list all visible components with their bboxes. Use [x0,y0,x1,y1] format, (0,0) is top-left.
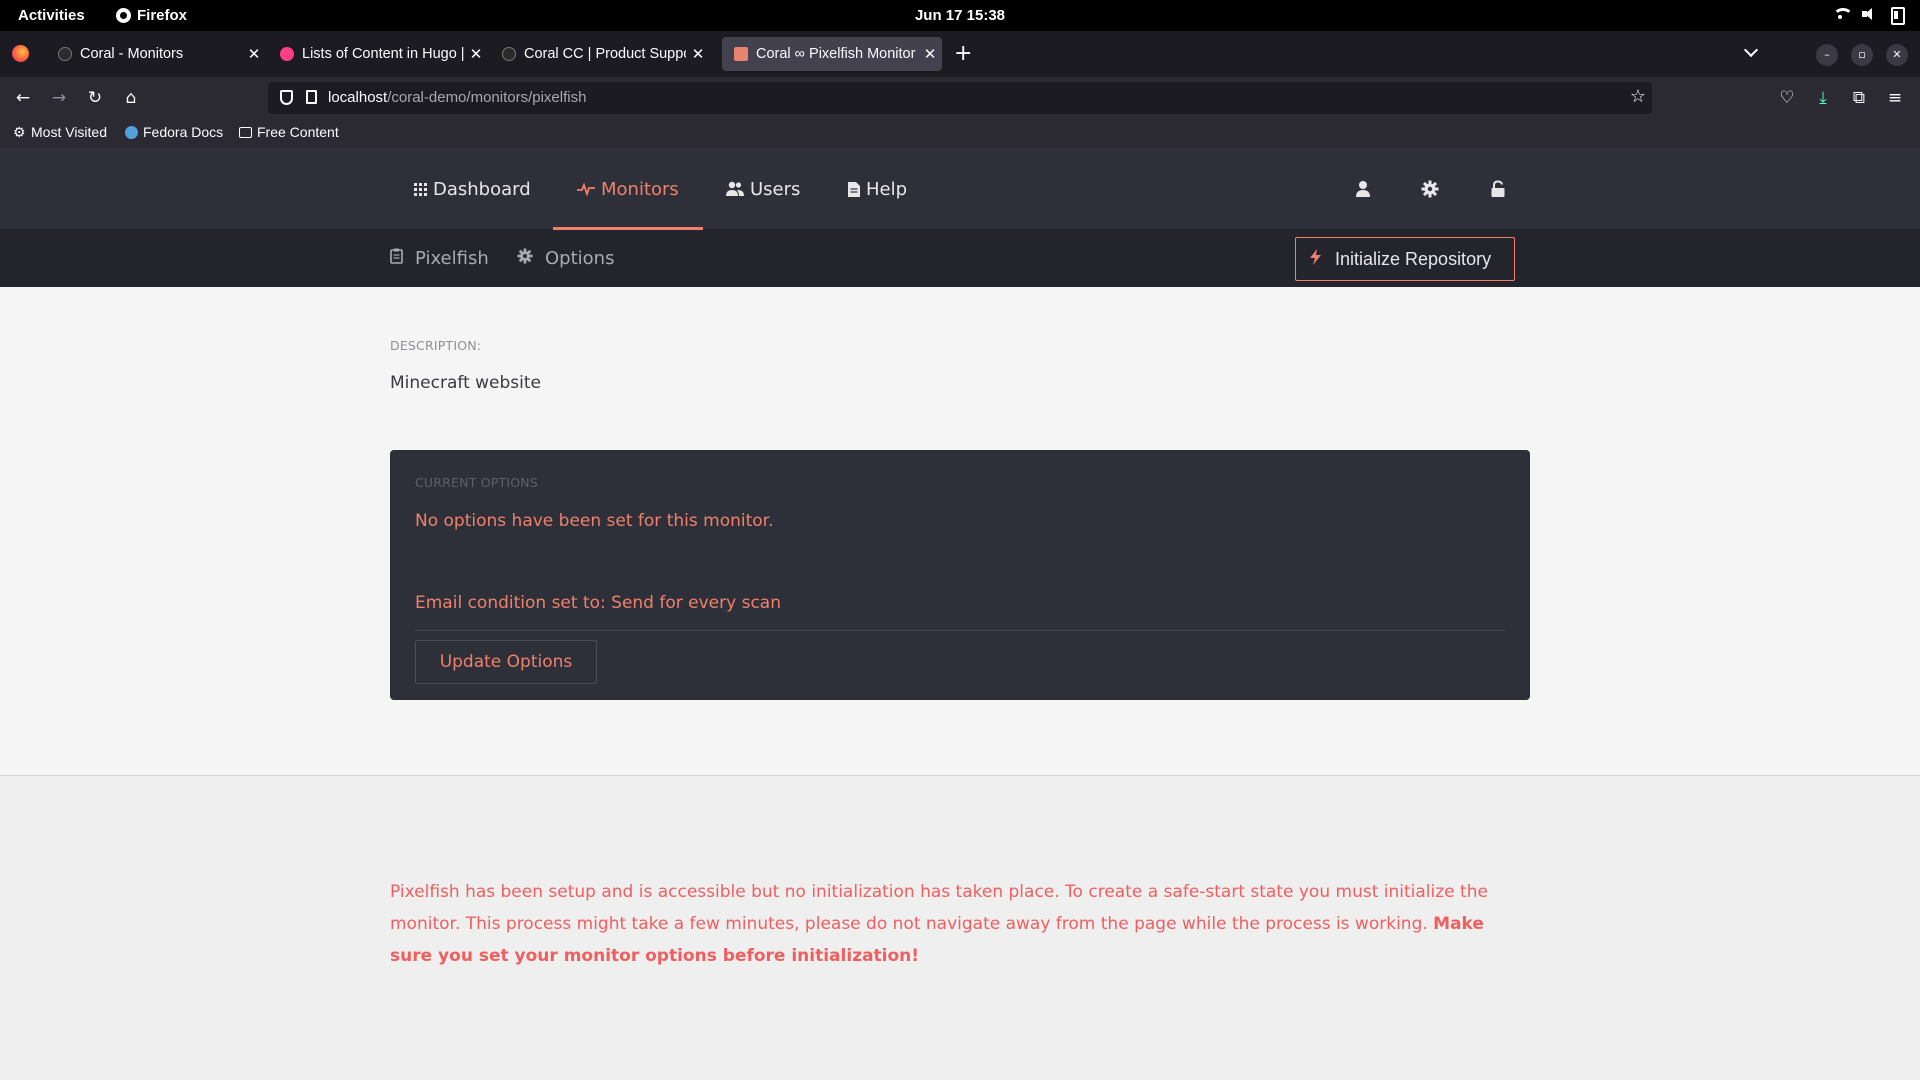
battery-icon [1888,6,1905,25]
tab-title: Lists of Content in Hugo | [302,46,464,62]
pocket-icon[interactable]: ♡ [1776,87,1798,109]
nav-help[interactable]: Help [848,148,907,230]
bookmark-fedora-docs[interactable]: Fedora Docs [125,124,223,140]
update-options-button[interactable]: Update Options [415,640,597,684]
bookmark-label: Fedora Docs [143,124,224,140]
hugo-favicon-icon [280,47,294,61]
bookmark-star-icon[interactable]: ☆ [1630,86,1646,107]
nav-users-label: Users [750,178,801,200]
nav-monitors[interactable]: Monitors [553,148,703,230]
nav-dashboard-label: Dashboard [433,178,531,200]
current-options-label: CURRENT OPTIONS [415,475,538,490]
pulse-icon [577,182,595,196]
tab-title: Coral ∞ Pixelfish Monitor [756,46,916,62]
firefox-view-icon[interactable] [12,45,29,62]
new-tab-button[interactable]: + [954,40,972,68]
no-options-message: No options have been set for this monito… [415,511,774,531]
coral-favicon-icon [58,47,72,61]
initialize-repository-label: Initialize Repository [1335,248,1492,269]
grid-icon [414,182,427,196]
app-header: Dashboard Monitors Users Help [0,148,1920,230]
bookmark-label: Most Visited [31,124,107,140]
minimize-window-button[interactable]: – [1816,44,1838,66]
nav-users[interactable]: Users [726,148,800,230]
tab-pixelfish-monitor[interactable]: Coral ∞ Pixelfish Monitor ✕ [722,37,942,71]
bookmarks-toolbar: ⚙ Most Visited Fedora Docs Free Content [0,120,1920,148]
notice-text: Pixelfish has been setup and is accessib… [390,882,1488,934]
volume-icon [1860,6,1876,22]
current-options-card: CURRENT OPTIONS No options have been set… [390,450,1530,700]
close-tab-icon[interactable]: ✕ [242,45,266,63]
bookmark-free-content[interactable]: Free Content [239,124,339,140]
monitor-details: DESCRIPTION: Minecraft website CURRENT O… [0,287,1920,776]
url-path: /coral-demo/monitors/pixelfish [387,89,587,106]
folder-icon [239,126,252,138]
description-label: DESCRIPTION: [390,338,482,353]
back-arrow-icon[interactable]: ← [12,87,34,109]
email-condition-text: Email condition set to: Send for every s… [415,593,781,613]
menu-icon[interactable]: ≡ [1884,87,1906,109]
nav-monitors-label: Monitors [601,178,679,200]
subnav-options[interactable]: Options [517,230,614,287]
subnav-options-label: Options [545,248,615,269]
close-tab-icon[interactable]: ✕ [918,45,942,63]
subnav-monitor-label: Pixelfish [415,248,489,269]
maximize-window-button[interactable]: ▫ [1851,44,1873,66]
tab-title: Coral CC | Product Suppo [524,46,686,62]
clock[interactable]: Jun 17 15:38 [0,7,1920,24]
downloads-icon[interactable]: ⤓ [1812,87,1834,109]
reload-icon[interactable]: ↻ [84,87,106,109]
tab-hugo-lists[interactable]: Lists of Content in Hugo | ✕ [268,37,488,71]
clipboard-icon [390,248,403,269]
bolt-icon [1310,248,1321,270]
description-value: Minecraft website [390,373,541,393]
system-tray[interactable] [1832,6,1905,25]
gear-icon: ⚙ [13,123,26,140]
file-icon [848,181,860,197]
unlock-icon[interactable] [1489,180,1507,198]
coral-favicon-icon [502,47,516,61]
system-top-bar: Activities Firefox Jun 17 15:38 [0,0,1920,31]
nav-help-label: Help [866,178,908,200]
gear-icon [517,248,533,269]
home-icon[interactable]: ⌂ [120,87,142,109]
settings-gear-icon[interactable] [1421,180,1439,198]
url-host: localhost [328,89,388,106]
wifi-icon [1832,6,1848,22]
user-profile-icon[interactable] [1354,180,1372,198]
forward-arrow-icon[interactable]: → [48,87,70,109]
tab-coral-support[interactable]: Coral CC | Product Suppo ✕ [490,37,710,71]
url-text[interactable]: localhost/coral-demo/monitors/pixelfish [328,89,586,106]
initialize-repository-button[interactable]: Initialize Repository [1295,237,1515,281]
tab-title: Coral - Monitors [80,46,184,62]
extensions-icon[interactable]: ⧉ [1848,87,1870,109]
address-bar[interactable]: localhost/coral-demo/monitors/pixelfish … [268,82,1652,114]
coral-active-favicon-icon [734,47,748,61]
initialization-notice: Pixelfish has been setup and is accessib… [390,876,1530,972]
close-tab-icon[interactable]: ✕ [686,45,710,63]
close-window-button[interactable]: ✕ [1886,44,1908,66]
nav-dashboard[interactable]: Dashboard [414,148,531,230]
page-info-icon[interactable] [306,90,317,104]
tab-coral-monitors[interactable]: Coral - Monitors ✕ [46,37,266,71]
subnav-monitor-pixelfish[interactable]: Pixelfish [390,230,489,287]
tab-list-chevron-icon[interactable] [1744,44,1758,58]
bookmark-label: Free Content [257,124,339,140]
bookmark-most-visited[interactable]: ⚙ Most Visited [13,124,107,140]
close-tab-icon[interactable]: ✕ [464,45,488,63]
divider [415,630,1505,631]
tracking-shield-icon[interactable] [280,90,293,105]
users-icon [726,181,744,197]
fedora-icon [125,125,138,139]
navigation-toolbar: ← → ↻ ⌂ localhost/coral-demo/monitors/pi… [0,77,1920,120]
monitor-subnav: Pixelfish Options Initialize Repository [0,230,1920,287]
